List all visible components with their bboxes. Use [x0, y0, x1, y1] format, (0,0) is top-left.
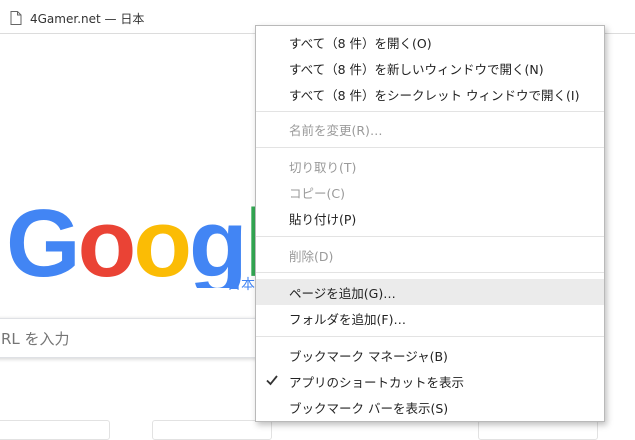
menu-item-rename[interactable]: 名前を変更(R)… [256, 116, 604, 142]
menu-separator [256, 336, 604, 337]
menu-item-add-page[interactable]: ページを追加(G)… [256, 279, 604, 305]
bookmark-label: 4Gamer.net — 日本 [30, 11, 145, 26]
menu-separator [256, 272, 604, 273]
shortcut-tile[interactable] [152, 420, 272, 440]
search-placeholder: RL を入力 [1, 329, 70, 348]
menu-item-paste[interactable]: 貼り付け(P) [256, 205, 604, 231]
menu-item-open-all[interactable]: すべて（8 件）を開く(O) [256, 29, 604, 55]
menu-item-show-bookmarks-bar[interactable]: ブックマーク バーを表示(S) [256, 394, 604, 420]
menu-item-show-apps-shortcut[interactable]: アプリのショートカットを表示 [256, 368, 604, 394]
menu-item-open-all-new-window[interactable]: すべて（8 件）を新しいウィンドウで開く(N) [256, 55, 604, 81]
menu-separator [256, 147, 604, 148]
menu-separator [256, 236, 604, 237]
logo-region-label: 日本 [227, 277, 255, 293]
bookmark-4gamer[interactable]: 4Gamer.net — 日本 [10, 9, 144, 27]
bookmark-context-menu: すべて（8 件）を開く(O) すべて（8 件）を新しいウィンドウで開く(N) す… [255, 25, 605, 422]
shortcut-tile[interactable] [478, 420, 598, 440]
menu-item-cut[interactable]: 切り取り(T) [256, 153, 604, 179]
menu-item-delete[interactable]: 削除(D) [256, 242, 604, 268]
menu-item-add-folder[interactable]: フォルダを追加(F)… [256, 305, 604, 331]
search-box[interactable]: RL を入力 [0, 318, 280, 358]
page-icon [10, 11, 22, 25]
menu-item-open-all-incognito[interactable]: すべて（8 件）をシークレット ウィンドウで開く(I) [256, 81, 604, 107]
shortcut-tile[interactable] [0, 420, 110, 440]
menu-item-bookmark-manager[interactable]: ブックマーク マネージャ(B) [256, 342, 604, 368]
checkmark-icon [266, 375, 278, 386]
menu-item-copy[interactable]: コピー(C) [256, 179, 604, 205]
menu-separator [256, 111, 604, 112]
